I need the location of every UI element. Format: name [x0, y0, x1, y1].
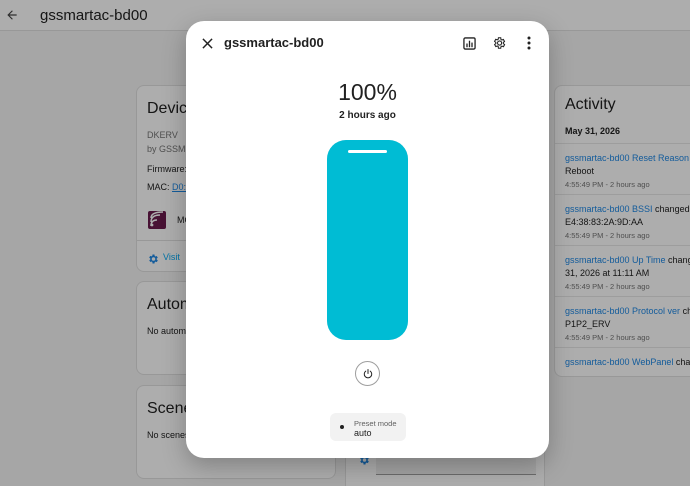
power-button[interactable]	[355, 361, 380, 386]
state-value: 100%	[338, 79, 397, 105]
preset-mode-button[interactable]: Preset mode auto	[330, 413, 406, 441]
preset-mode-value: auto	[354, 428, 372, 438]
history-chart-icon[interactable]	[461, 35, 477, 51]
preset-mode-icon	[340, 425, 344, 429]
level-slider[interactable]	[327, 140, 408, 340]
more-info-dialog: gssmartac-bd00 100% 2 hours ago Preset m…	[186, 21, 549, 458]
power-icon	[363, 368, 372, 378]
slider-handle[interactable]	[348, 150, 387, 153]
more-vert-icon[interactable]	[521, 35, 537, 51]
settings-gear-icon[interactable]	[491, 35, 507, 51]
dialog-title: gssmartac-bd00	[224, 35, 324, 50]
close-icon[interactable]	[200, 36, 214, 50]
preset-mode-label: Preset mode	[354, 419, 397, 428]
last-changed: 2 hours ago	[339, 110, 396, 121]
slider-fill	[327, 140, 408, 340]
